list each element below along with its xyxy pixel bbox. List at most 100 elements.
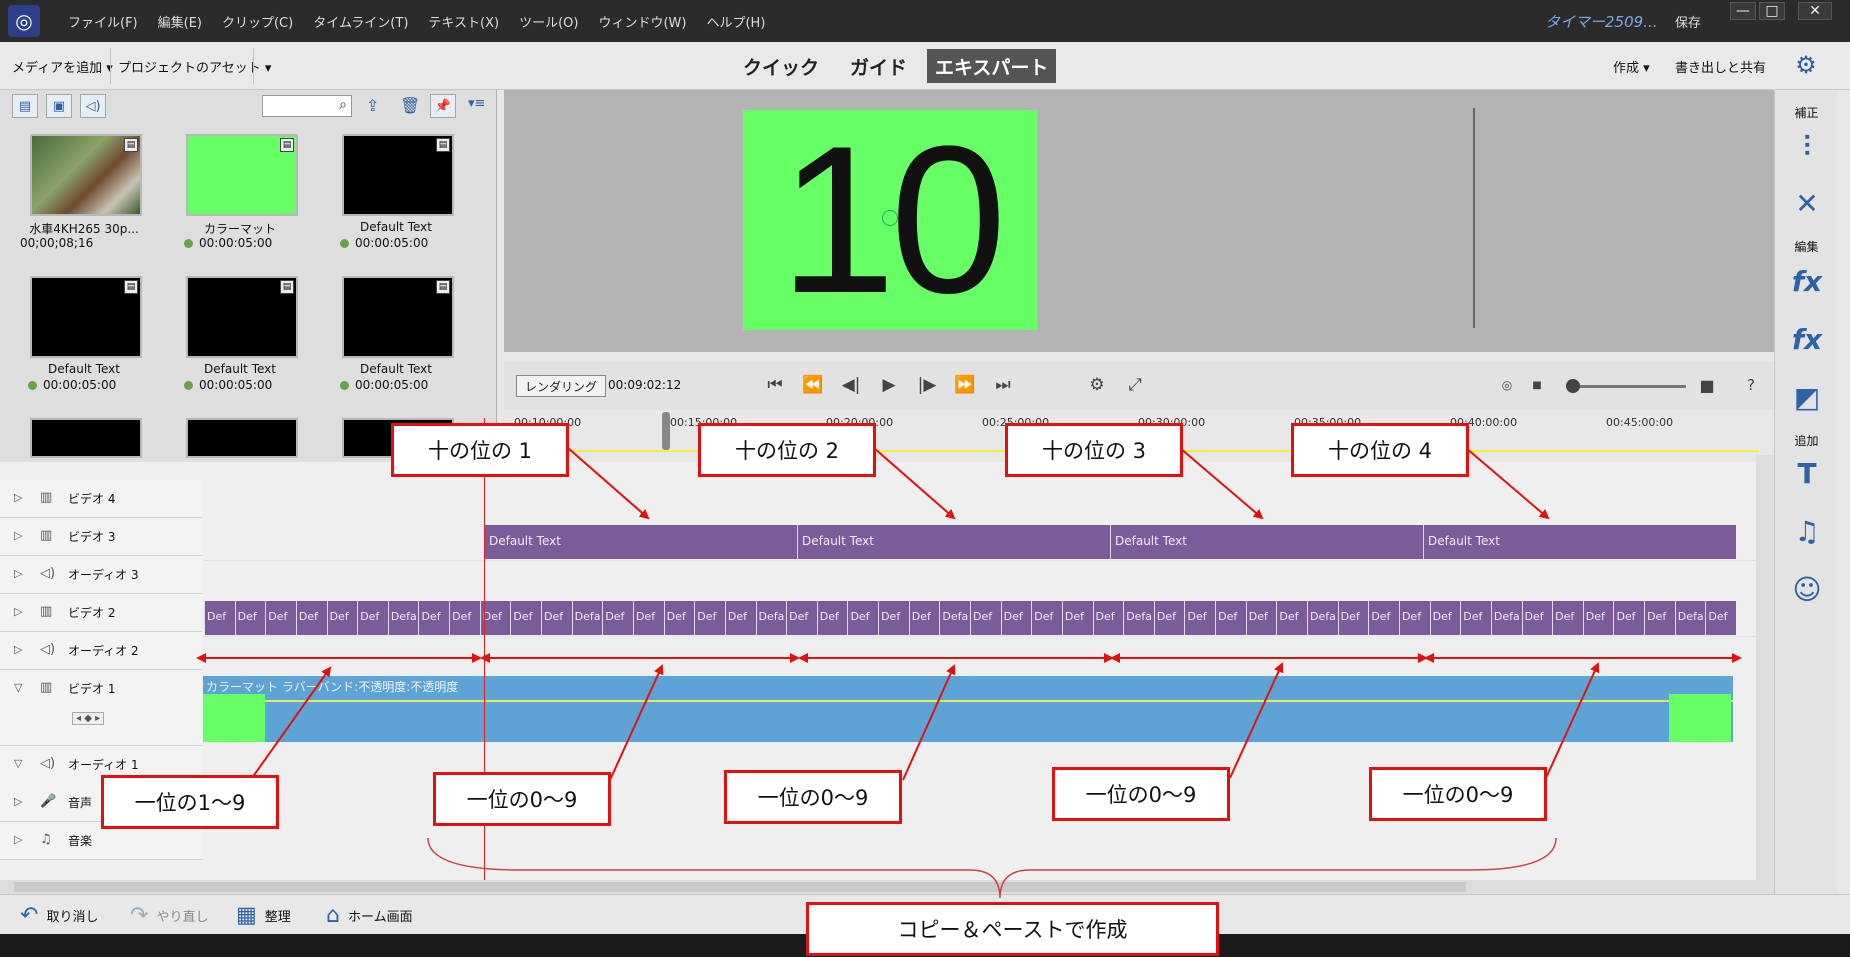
crosshair-icon[interactable] [882,210,898,226]
text-clip[interactable]: Defa [387,601,419,635]
timeline-vscroll[interactable] [1756,455,1774,880]
text-clip[interactable]: Def [510,601,542,635]
menu-file[interactable]: ファイル(F) [58,12,148,31]
expand-icon[interactable]: ▷ [14,567,22,580]
film-icon[interactable]: ▥ [40,528,52,543]
collapse-icon[interactable]: ▽ [14,757,22,770]
text-clip[interactable]: Defa [939,601,970,635]
render-settings-icon[interactable]: ⚙ [1084,372,1110,398]
video2-lane[interactable]: Def Def Def Def Def Def Defa Def Def Def Def Def Def… [204,599,1756,637]
text-clip[interactable]: Def [908,601,940,635]
speaker-icon[interactable]: ◁) [40,756,55,771]
effects-icon[interactable]: fx [1790,322,1824,356]
expand-icon[interactable]: ▷ [14,491,22,504]
project-assets-dropdown[interactable]: プロジェクトのアセット ▾ [118,57,271,76]
create-dropdown[interactable]: 作成 ▾ [1613,57,1650,76]
text-clip[interactable]: Def [1705,601,1736,635]
text-clip[interactable]: Def [1368,601,1399,635]
home-button[interactable]: ⌂ ホーム画面 [326,903,413,928]
text-clip[interactable]: Default Text [484,525,797,559]
text-clip[interactable]: Def [265,601,296,635]
media-item[interactable]: ▤ Default Text 00:00:05:00 [320,126,472,264]
text-clip[interactable]: Def [1429,601,1461,635]
media-item[interactable]: ▤ 水車4KH265 30p... 00;00;08;16 [8,126,160,264]
media-item[interactable]: ▤ Default Text 00:00:05:00 [320,268,472,406]
text-clip[interactable]: Def [724,601,756,635]
text-clip[interactable]: Def [786,601,817,635]
text-clip[interactable]: Defa [571,601,603,635]
media-item[interactable]: ▤ Default Text 00:00:05:00 [8,268,160,406]
video3-lane[interactable]: Default Text Default Text Default Text Defa… [204,523,1756,561]
mode-quick[interactable]: クイック [735,49,827,83]
graphics-icon[interactable]: ☺ [1790,572,1824,606]
keyframe-nav[interactable]: ◂ ◆ ▸ [72,712,105,725]
speaker-icon[interactable]: ◁) [40,566,55,581]
text-clip[interactable]: Def [1582,601,1614,635]
text-clip[interactable]: Def [1521,601,1553,635]
export-share-button[interactable]: 書き出しと共有 [1675,57,1766,76]
menu-window[interactable]: ウィンドウ(W) [588,12,696,31]
new-item-icon[interactable]: ⇪ [366,96,379,115]
help-icon[interactable]: ? [1738,372,1764,398]
adjust-sliders-icon[interactable]: ⫶ [1790,130,1824,164]
track-header[interactable]: ▷ ◁) オーディオ 2 [0,632,202,670]
track-header[interactable]: ▷ ◁) オーディオ 3 [0,556,202,594]
go-to-start-icon[interactable]: ⏮ [762,372,788,398]
maximize-icon[interactable]: □ [1759,2,1785,20]
mode-guided[interactable]: ガイド [842,49,915,83]
timeline-hscroll[interactable] [0,880,1774,894]
text-clip[interactable]: Def [970,601,1001,635]
save-button[interactable]: 保存 [1675,12,1701,31]
close-icon[interactable]: ✕ [1798,2,1832,20]
panel-menu-icon[interactable]: ▾≡ [468,96,485,111]
text-clip[interactable]: Def [1092,601,1124,635]
frame-back-icon[interactable]: ◀| [838,372,864,398]
text-clip[interactable]: Def [357,601,388,635]
menu-timeline[interactable]: タイムライン(T) [303,12,418,31]
expand-icon[interactable]: ▷ [14,529,22,542]
text-clip[interactable]: Def [1184,601,1216,635]
titles-icon[interactable]: T [1790,456,1824,490]
menu-help[interactable]: ヘルプ(H) [696,12,775,31]
filter-audio-icon[interactable]: ◁) [80,94,106,118]
pin-icon[interactable]: 📌 [430,94,456,118]
playhead[interactable] [662,412,670,450]
text-clip[interactable]: Def [204,601,235,635]
text-clip[interactable]: Defa [1123,601,1154,635]
redo-button[interactable]: ↷ やり直し [130,903,208,928]
text-clip[interactable]: Def [449,601,480,635]
menu-clip[interactable]: クリップ(C) [212,12,303,31]
render-button[interactable]: レンダリング [516,375,607,397]
text-clip[interactable]: Def [1153,601,1185,635]
text-clip[interactable]: Def [1031,601,1062,635]
menu-text[interactable]: テキスト(X) [418,12,509,31]
step-back-icon[interactable]: ⏪ [800,372,826,398]
text-clip[interactable]: Def [1398,601,1430,635]
track-header[interactable]: ▷ ▥ ビデオ 2 [0,594,202,632]
expand-icon[interactable]: ▷ [14,605,22,618]
text-clip[interactable]: Defa [755,601,787,635]
text-clip[interactable]: Def [1245,601,1277,635]
text-clip[interactable]: Defa [1307,601,1338,635]
media-item[interactable]: ▤ カラーマット 00:00:05:00 [164,126,316,264]
fullscreen-icon[interactable]: ⤢ [1122,372,1148,398]
text-clip[interactable]: Default Text [797,525,1110,559]
speaker-icon[interactable]: ◁) [40,642,55,657]
rubber-band[interactable] [203,700,1733,702]
media-thumbnail[interactable] [186,418,298,458]
text-clip[interactable]: Def [1215,601,1246,635]
zoom-in-icon[interactable]: ■ [1694,372,1720,398]
timecode[interactable]: 00:09:02:12 [608,378,681,392]
text-clip[interactable]: Defa [1490,601,1522,635]
text-clip[interactable]: Def [847,601,879,635]
media-item[interactable]: ▤ Default Text 00:00:05:00 [164,268,316,406]
text-clip[interactable]: Def [663,601,695,635]
film-icon[interactable]: ▥ [40,680,52,695]
effects-edit-icon[interactable]: fx [1790,264,1824,298]
film-icon[interactable]: ▥ [40,604,52,619]
text-clip[interactable]: Def [1061,601,1093,635]
minimize-icon[interactable]: — [1730,2,1756,20]
menu-tools[interactable]: ツール(O) [509,12,588,31]
undo-button[interactable]: ↶ 取り消し [20,903,98,928]
text-clip[interactable]: Def [632,601,664,635]
